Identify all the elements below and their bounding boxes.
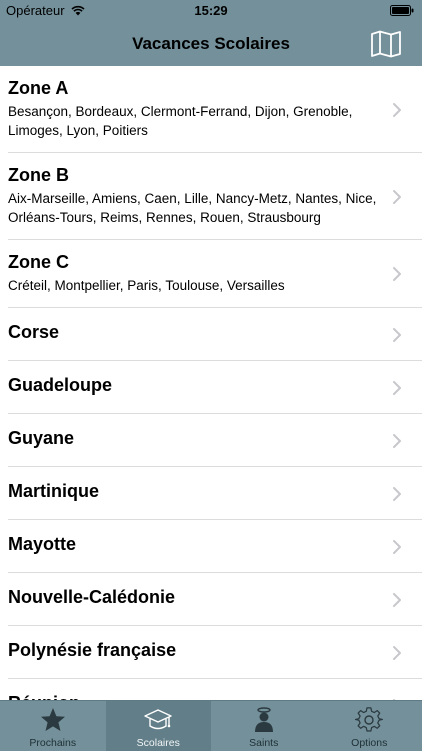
tab-bar: ProchainsScolairesSaintsOptions — [0, 700, 422, 751]
saint-icon — [250, 706, 278, 734]
chevron-right-icon — [392, 539, 402, 555]
tab-options[interactable]: Options — [317, 701, 422, 751]
graduation-cap-icon — [144, 706, 172, 734]
chevron-right-icon — [392, 327, 402, 343]
zone-title: Zone B — [8, 165, 69, 186]
tab-label: Prochains — [0, 737, 106, 749]
zone-title: Guadeloupe — [8, 375, 112, 396]
zones-list[interactable]: Zone A Besançon, Bordeaux, Clermont-Ferra… — [0, 66, 422, 700]
chevron-right-icon — [392, 433, 402, 449]
zone-title: Réunion — [8, 693, 80, 700]
zone-row[interactable]: Guadeloupe — [0, 361, 422, 414]
chevron-right-icon — [392, 380, 402, 396]
zone-row[interactable]: Zone A Besançon, Bordeaux, Clermont-Ferra… — [0, 66, 422, 153]
zone-title: Mayotte — [8, 534, 76, 555]
chevron-right-icon — [392, 189, 402, 205]
navigation-bar: Vacances Scolaires — [0, 22, 422, 66]
battery-icon — [390, 5, 414, 16]
status-bar: Opérateur 15:29 — [0, 0, 422, 22]
zone-row[interactable]: Zone C Créteil, Montpellier, Paris, Toulo… — [0, 240, 422, 308]
chevron-right-icon — [392, 645, 402, 661]
chevron-right-icon — [392, 266, 402, 282]
chevron-right-icon — [392, 592, 402, 608]
zone-row[interactable]: Mayotte — [0, 520, 422, 573]
tab-label: Saints — [211, 737, 317, 749]
zone-title: Guyane — [8, 428, 74, 449]
zone-title: Nouvelle-Calédonie — [8, 587, 175, 608]
zone-academies: Créteil, Montpellier, Paris, Toulouse, V… — [8, 277, 378, 296]
zone-title: Corse — [8, 322, 59, 343]
tab-saints[interactable]: Saints — [211, 701, 317, 751]
chevron-right-icon — [392, 102, 402, 118]
map-icon[interactable] — [370, 30, 402, 58]
zone-row[interactable]: Martinique — [0, 467, 422, 520]
star-icon — [39, 706, 67, 734]
zone-row[interactable]: Guyane — [0, 414, 422, 467]
zone-title: Polynésie française — [8, 640, 176, 661]
gear-icon — [355, 706, 383, 734]
zone-row[interactable]: Nouvelle-Calédonie — [0, 573, 422, 626]
page-title: Vacances Scolaires — [0, 34, 422, 54]
zone-row[interactable]: Réunion — [0, 679, 422, 700]
zone-row[interactable]: Polynésie française — [0, 626, 422, 679]
status-time: 15:29 — [0, 3, 422, 18]
chevron-right-icon — [392, 486, 402, 502]
zone-row[interactable]: Corse — [0, 308, 422, 361]
zone-academies: Besançon, Bordeaux, Clermont-Ferrand, Di… — [8, 103, 378, 140]
tab-prochains[interactable]: Prochains — [0, 701, 106, 751]
zone-academies: Aix-Marseille, Amiens, Caen, Lille, Nanc… — [8, 190, 378, 227]
tab-label: Scolaires — [106, 737, 212, 749]
zone-title: Martinique — [8, 481, 99, 502]
zone-row[interactable]: Zone B Aix-Marseille, Amiens, Caen, Lille… — [0, 153, 422, 240]
zone-title: Zone A — [8, 78, 68, 99]
zone-title: Zone C — [8, 252, 69, 273]
tab-scolaires[interactable]: Scolaires — [106, 701, 212, 751]
tab-label: Options — [317, 737, 422, 749]
